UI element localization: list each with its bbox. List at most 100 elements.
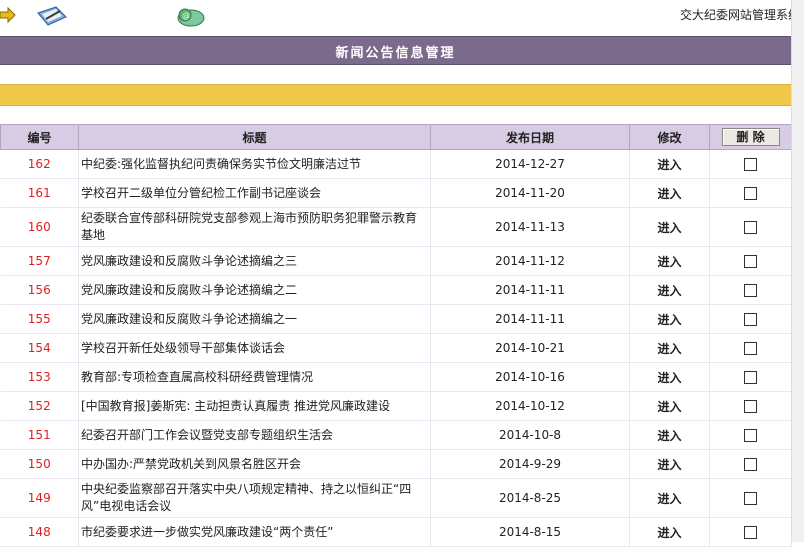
delete-checkbox[interactable] — [744, 255, 757, 268]
delete-checkbox[interactable] — [744, 526, 757, 539]
edit-link[interactable]: 进入 — [629, 304, 710, 334]
delete-checkbox-cell — [709, 178, 792, 208]
edit-link[interactable]: 进入 — [629, 391, 710, 421]
edit-link[interactable]: 进入 — [629, 178, 710, 208]
yellow-banner — [0, 84, 791, 106]
arrow-icon[interactable] — [0, 5, 16, 28]
news-title[interactable]: 党风廉政建设和反腐败斗争论述摘编之一 — [78, 304, 431, 334]
delete-checkbox[interactable] — [744, 313, 757, 326]
news-title[interactable]: 学校召开二级单位分管纪检工作副书记座谈会 — [78, 178, 431, 208]
col-header-date: 发布日期 — [430, 124, 630, 150]
edit-link[interactable]: 进入 — [629, 275, 710, 305]
news-title[interactable]: [中国教育报]姜斯宪: 主动担责认真履责 推进党风廉政建设 — [78, 391, 431, 421]
delete-checkbox-cell — [709, 420, 792, 450]
mail-globe-icon[interactable]: @ — [176, 5, 206, 30]
edit-link[interactable]: 进入 — [629, 478, 710, 518]
table-row: 161 学校召开二级单位分管纪检工作副书记座谈会 2014-11-20 进入 — [0, 178, 792, 208]
news-id: 148 — [0, 517, 79, 547]
news-id: 153 — [0, 362, 79, 392]
news-id: 155 — [0, 304, 79, 334]
news-date: 2014-10-8 — [430, 420, 630, 450]
col-header-title: 标题 — [78, 124, 431, 150]
delete-checkbox-cell — [709, 517, 792, 547]
news-id: 151 — [0, 420, 79, 450]
news-id: 152 — [0, 391, 79, 421]
table-row: 160 纪委联合宣传部科研院党支部参观上海市预防职务犯罪警示教育基地 2014-11… — [0, 207, 792, 247]
news-title[interactable]: 纪委召开部门工作会议暨党支部专题组织生活会 — [78, 420, 431, 450]
table-row: 153 教育部:专项检查直属高校科研经费管理情况 2014-10-16 进入 — [0, 362, 792, 392]
news-id: 156 — [0, 275, 79, 305]
edit-link[interactable]: 进入 — [629, 362, 710, 392]
news-id: 160 — [0, 207, 79, 247]
section-titlebar: 新闻公告信息管理 — [0, 36, 791, 65]
news-date: 2014-11-20 — [430, 178, 630, 208]
news-id: 154 — [0, 333, 79, 363]
news-id: 162 — [0, 149, 79, 179]
col-header-id: 编号 — [0, 124, 79, 150]
app-title: 交大纪委网站管理系统 — [679, 8, 800, 22]
delete-checkbox[interactable] — [744, 221, 757, 234]
news-date: 2014-8-25 — [430, 478, 630, 518]
edit-link[interactable]: 进入 — [629, 246, 710, 276]
delete-checkbox-cell — [709, 333, 792, 363]
news-date: 2014-11-13 — [430, 207, 630, 247]
news-title[interactable]: 中办国办:严禁党政机关到风景名胜区开会 — [78, 449, 431, 479]
delete-checkbox-cell — [709, 246, 792, 276]
col-header-delete: 删 除 — [709, 124, 792, 150]
delete-checkbox-cell — [709, 362, 792, 392]
table-row: 156 党风廉政建设和反腐败斗争论述摘编之二 2014-11-11 进入 — [0, 275, 792, 305]
edit-link[interactable]: 进入 — [629, 449, 710, 479]
table-row: 154 学校召开新任处级领导干部集体谈话会 2014-10-21 进入 — [0, 333, 792, 363]
news-id: 161 — [0, 178, 79, 208]
news-date: 2014-10-12 — [430, 391, 630, 421]
notebook-pen-icon[interactable] — [36, 5, 68, 30]
delete-checkbox-cell — [709, 304, 792, 334]
news-date: 2014-10-21 — [430, 333, 630, 363]
delete-checkbox[interactable] — [744, 492, 757, 505]
section-title: 新闻公告信息管理 — [335, 46, 456, 61]
table-header-row: 编号 标题 发布日期 修改 删 除 — [0, 124, 792, 150]
col-header-edit: 修改 — [629, 124, 710, 150]
news-date: 2014-9-29 — [430, 449, 630, 479]
news-date: 2014-12-27 — [430, 149, 630, 179]
news-title[interactable]: 市纪委要求进一步做实党风廉政建设“两个责任” — [78, 517, 431, 547]
edit-link[interactable]: 进入 — [629, 517, 710, 547]
news-date: 2014-11-12 — [430, 246, 630, 276]
vertical-scrollbar[interactable] — [791, 0, 804, 542]
delete-checkbox[interactable] — [744, 284, 757, 297]
table-row: 157 党风廉政建设和反腐败斗争论述摘编之三 2014-11-12 进入 — [0, 246, 792, 276]
news-id: 150 — [0, 449, 79, 479]
delete-checkbox[interactable] — [744, 342, 757, 355]
delete-checkbox[interactable] — [744, 371, 757, 384]
delete-checkbox[interactable] — [744, 187, 757, 200]
table-row: 149 中央纪委监察部召开落实中央八项规定精神、持之以恒纠正“四风”电视电话会议 2… — [0, 478, 792, 518]
delete-button[interactable]: 删 除 — [721, 128, 780, 146]
svg-text:@: @ — [182, 11, 190, 20]
news-title[interactable]: 中央纪委监察部召开落实中央八项规定精神、持之以恒纠正“四风”电视电话会议 — [78, 478, 431, 518]
table-row: 148 市纪委要求进一步做实党风廉政建设“两个责任” 2014-8-15 进入 — [0, 517, 792, 547]
edit-link[interactable]: 进入 — [629, 420, 710, 450]
edit-link[interactable]: 进入 — [629, 149, 710, 179]
news-date: 2014-8-15 — [430, 517, 630, 547]
news-title[interactable]: 党风廉政建设和反腐败斗争论述摘编之三 — [78, 246, 431, 276]
news-title[interactable]: 中纪委:强化监督执纪问责确保务实节俭文明廉洁过节 — [78, 149, 431, 179]
delete-checkbox[interactable] — [744, 158, 757, 171]
delete-checkbox-cell — [709, 478, 792, 518]
delete-checkbox[interactable] — [744, 400, 757, 413]
table-row: 151 纪委召开部门工作会议暨党支部专题组织生活会 2014-10-8 进入 — [0, 420, 792, 450]
news-title[interactable]: 学校召开新任处级领导干部集体谈话会 — [78, 333, 431, 363]
news-title[interactable]: 纪委联合宣传部科研院党支部参观上海市预防职务犯罪警示教育基地 — [78, 207, 431, 247]
edit-link[interactable]: 进入 — [629, 207, 710, 247]
news-id: 149 — [0, 478, 79, 518]
news-title[interactable]: 教育部:专项检查直属高校科研经费管理情况 — [78, 362, 431, 392]
delete-checkbox-cell — [709, 449, 792, 479]
delete-checkbox-cell — [709, 149, 792, 179]
edit-link[interactable]: 进入 — [629, 333, 710, 363]
news-title[interactable]: 党风廉政建设和反腐败斗争论述摘编之二 — [78, 275, 431, 305]
delete-checkbox-cell — [709, 207, 792, 247]
table-row: 162 中纪委:强化监督执纪问责确保务实节俭文明廉洁过节 2014-12-27 进入 — [0, 149, 792, 179]
delete-checkbox[interactable] — [744, 429, 757, 442]
delete-checkbox[interactable] — [744, 458, 757, 471]
delete-checkbox-cell — [709, 391, 792, 421]
table-row: 155 党风廉政建设和反腐败斗争论述摘编之一 2014-11-11 进入 — [0, 304, 792, 334]
